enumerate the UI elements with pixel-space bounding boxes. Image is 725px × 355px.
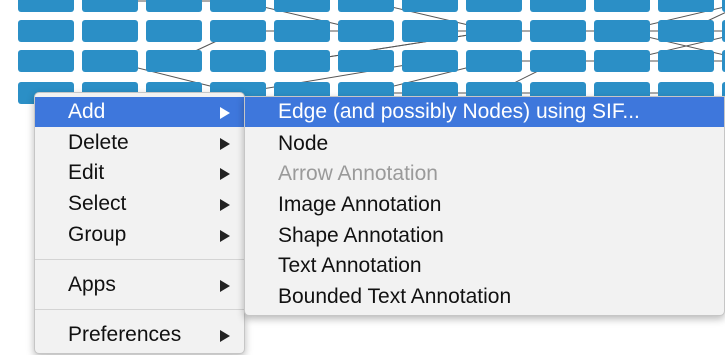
network-node[interactable] xyxy=(82,0,138,12)
menu-item-label: Apps xyxy=(68,273,116,296)
submenu-arrow-icon xyxy=(220,230,230,242)
menu-item-preferences[interactable]: Preferences xyxy=(35,320,244,350)
submenu-item-label: Arrow Annotation xyxy=(278,162,438,185)
submenu-item-image-annotation[interactable]: Image Annotation xyxy=(245,190,724,220)
network-node[interactable] xyxy=(466,50,522,72)
submenu-item-label: Shape Annotation xyxy=(278,224,444,247)
menu-item-group[interactable]: Group xyxy=(35,220,244,250)
submenu-arrow-icon xyxy=(220,138,230,150)
submenu-item-shape-annotation[interactable]: Shape Annotation xyxy=(245,221,724,251)
network-node[interactable] xyxy=(210,20,266,42)
menu-item-add[interactable]: Add xyxy=(35,97,244,127)
menu-item-label: Add xyxy=(68,100,106,123)
submenu-item-node[interactable]: Node xyxy=(245,129,724,159)
menu-item-label: Delete xyxy=(68,131,129,154)
network-node[interactable] xyxy=(594,20,650,42)
submenu-item-label: Node xyxy=(278,132,329,155)
submenu-arrow-icon xyxy=(220,107,230,119)
menu-item-label: Select xyxy=(68,192,127,215)
menu-separator xyxy=(35,309,244,310)
network-node[interactable] xyxy=(530,20,586,42)
submenu-arrow-icon xyxy=(220,199,230,211)
submenu-item-label: Image Annotation xyxy=(278,193,442,216)
network-node[interactable] xyxy=(658,0,714,12)
network-node[interactable] xyxy=(658,50,714,72)
network-node[interactable] xyxy=(210,50,266,72)
submenu-item-label: Text Annotation xyxy=(278,254,422,277)
context-menu: Add Delete Edit Select Group Apps Prefer… xyxy=(34,92,245,354)
menu-item-edit[interactable]: Edit xyxy=(35,158,244,188)
menu-item-label: Group xyxy=(68,223,127,246)
submenu-item-label: Bounded Text Annotation xyxy=(278,285,512,308)
network-node[interactable] xyxy=(210,0,266,12)
network-node[interactable] xyxy=(146,0,202,12)
network-node[interactable] xyxy=(530,0,586,12)
submenu-arrow-icon xyxy=(220,168,230,180)
add-submenu: Edge (and possibly Nodes) using SIF... N… xyxy=(244,96,725,316)
network-node[interactable] xyxy=(338,0,394,12)
submenu-item-arrow-annotation: Arrow Annotation xyxy=(245,159,724,189)
submenu-item-text-annotation[interactable]: Text Annotation xyxy=(245,251,724,281)
network-node[interactable] xyxy=(18,20,74,42)
submenu-arrow-icon xyxy=(220,330,230,342)
network-node[interactable] xyxy=(338,50,394,72)
network-node[interactable] xyxy=(658,20,714,42)
network-node[interactable] xyxy=(402,0,458,12)
network-node[interactable] xyxy=(82,50,138,72)
submenu-arrow-icon xyxy=(220,280,230,292)
network-node[interactable] xyxy=(466,0,522,12)
network-node[interactable] xyxy=(146,20,202,42)
network-node[interactable] xyxy=(274,50,330,72)
network-node[interactable] xyxy=(18,50,74,72)
network-node[interactable] xyxy=(402,20,458,42)
network-node[interactable] xyxy=(82,20,138,42)
submenu-item-label: Edge (and possibly Nodes) using SIF... xyxy=(278,100,640,123)
menu-separator xyxy=(35,259,244,260)
network-node[interactable] xyxy=(18,0,74,12)
network-node[interactable] xyxy=(594,50,650,72)
network-node[interactable] xyxy=(274,20,330,42)
network-node[interactable] xyxy=(338,20,394,42)
menu-item-label: Preferences xyxy=(68,323,182,346)
network-node[interactable] xyxy=(530,50,586,72)
network-edge xyxy=(301,30,495,62)
network-node[interactable] xyxy=(146,50,202,72)
network-node[interactable] xyxy=(466,20,522,42)
network-node[interactable] xyxy=(402,50,458,72)
network-edges xyxy=(109,0,725,94)
menu-item-apps[interactable]: Apps xyxy=(35,270,244,300)
network-node[interactable] xyxy=(594,0,650,12)
submenu-item-edge-sif[interactable]: Edge (and possibly Nodes) using SIF... xyxy=(245,97,724,127)
menu-item-select[interactable]: Select xyxy=(35,189,244,219)
menu-item-delete[interactable]: Delete xyxy=(35,128,244,158)
menu-item-label: Edit xyxy=(68,161,105,184)
network-edge xyxy=(237,60,431,94)
submenu-item-bounded-text-annotation[interactable]: Bounded Text Annotation xyxy=(245,282,724,312)
network-node[interactable] xyxy=(274,0,330,12)
